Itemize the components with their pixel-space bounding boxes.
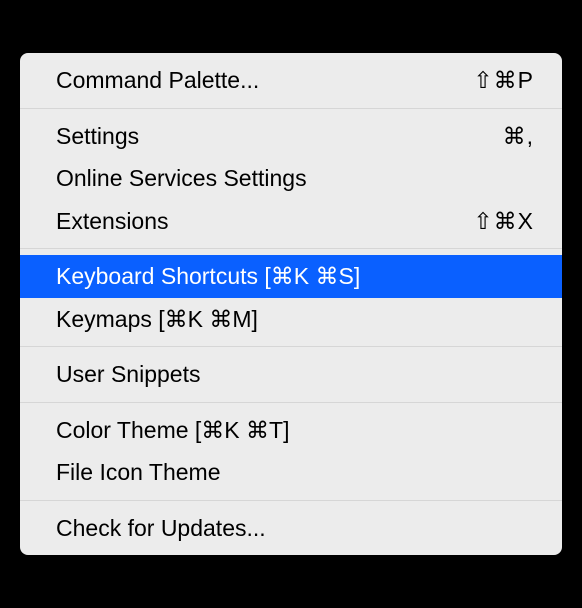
menu-divider <box>20 346 562 347</box>
menu-divider <box>20 402 562 403</box>
menu-divider <box>20 108 562 109</box>
menu-item-label: Color Theme [⌘K ⌘T] <box>56 413 289 448</box>
menu-item-file-icon-theme[interactable]: File Icon Theme <box>20 451 562 494</box>
menu-item-check-for-updates[interactable]: Check for Updates... <box>20 507 562 550</box>
menu-item-user-snippets[interactable]: User Snippets <box>20 353 562 396</box>
menu-item-label: Keyboard Shortcuts [⌘K ⌘S] <box>56 259 360 294</box>
context-menu: Command Palette... ⇧⌘P Settings ⌘, Onlin… <box>20 53 562 555</box>
menu-item-label: Keymaps [⌘K ⌘M] <box>56 302 258 337</box>
menu-divider <box>20 500 562 501</box>
menu-item-keyboard-shortcuts[interactable]: Keyboard Shortcuts [⌘K ⌘S] <box>20 255 562 298</box>
menu-divider <box>20 248 562 249</box>
menu-item-command-palette[interactable]: Command Palette... ⇧⌘P <box>20 59 562 102</box>
menu-item-color-theme[interactable]: Color Theme [⌘K ⌘T] <box>20 409 562 452</box>
menu-item-label: User Snippets <box>56 357 200 392</box>
menu-item-online-services-settings[interactable]: Online Services Settings <box>20 157 562 200</box>
menu-item-extensions[interactable]: Extensions ⇧⌘X <box>20 200 562 243</box>
menu-item-shortcut: ⇧⌘X <box>473 204 534 239</box>
menu-item-label: Command Palette... <box>56 63 259 98</box>
menu-item-keymaps[interactable]: Keymaps [⌘K ⌘M] <box>20 298 562 341</box>
menu-item-label: Check for Updates... <box>56 511 266 546</box>
menu-item-label: Settings <box>56 119 139 154</box>
menu-item-settings[interactable]: Settings ⌘, <box>20 115 562 158</box>
menu-item-shortcut: ⌘, <box>503 119 534 154</box>
menu-item-shortcut: ⇧⌘P <box>473 63 534 98</box>
menu-item-label: Online Services Settings <box>56 161 307 196</box>
menu-item-label: File Icon Theme <box>56 455 220 490</box>
menu-item-label: Extensions <box>56 204 169 239</box>
